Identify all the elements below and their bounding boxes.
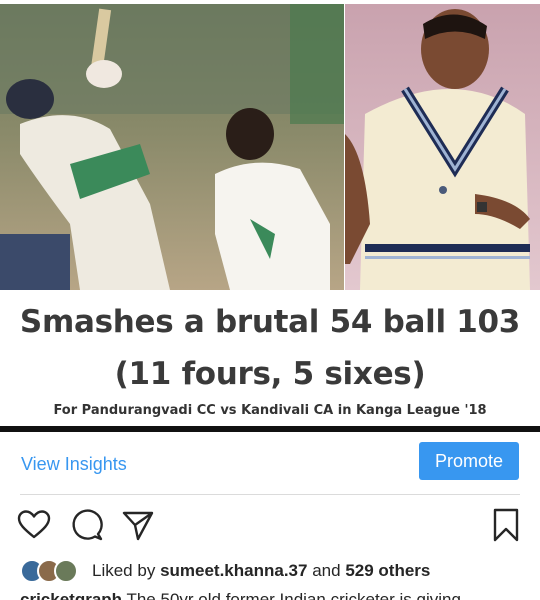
divider: [20, 494, 520, 495]
caption-username[interactable]: cricketgraph: [20, 590, 122, 600]
post-image[interactable]: Smashes a brutal 54 ball 103 (11 fours, …: [0, 0, 540, 432]
likes-prefix: Liked by: [92, 561, 156, 580]
headline-line-2: (11 fours, 5 sixes): [114, 356, 426, 392]
heart-icon[interactable]: [17, 508, 51, 542]
liker-username[interactable]: sumeet.khanna.37: [160, 561, 307, 580]
likes-joiner: and: [312, 561, 341, 580]
likes-text: Liked by sumeet.khanna.37 and 529 others: [92, 561, 430, 581]
likes-others-link[interactable]: 529 others: [345, 561, 430, 580]
caption: cricketgraph The 50yr old former Indian …: [20, 590, 461, 600]
headline: Smashes a brutal 54 ball 103 (11 fours, …: [0, 296, 540, 400]
batsman-photo: [0, 4, 344, 290]
comment-icon[interactable]: [70, 508, 104, 542]
promote-button[interactable]: Promote: [419, 442, 519, 480]
share-icon[interactable]: [121, 508, 155, 542]
headline-line-1: Smashes a brutal 54 ball 103: [19, 304, 521, 340]
bowler-portrait-photo: [345, 4, 540, 290]
avatar: [54, 559, 78, 583]
bookmark-icon[interactable]: [491, 508, 525, 542]
likes-row[interactable]: Liked by sumeet.khanna.37 and 529 others: [20, 558, 430, 584]
view-insights-link[interactable]: View Insights: [21, 454, 127, 475]
caption-text: The 50yr old former Indian cricketer is …: [126, 590, 461, 600]
headline-subline: For Pandurangvadi CC vs Kandivali CA in …: [53, 403, 487, 418]
liker-avatars: [20, 559, 84, 583]
